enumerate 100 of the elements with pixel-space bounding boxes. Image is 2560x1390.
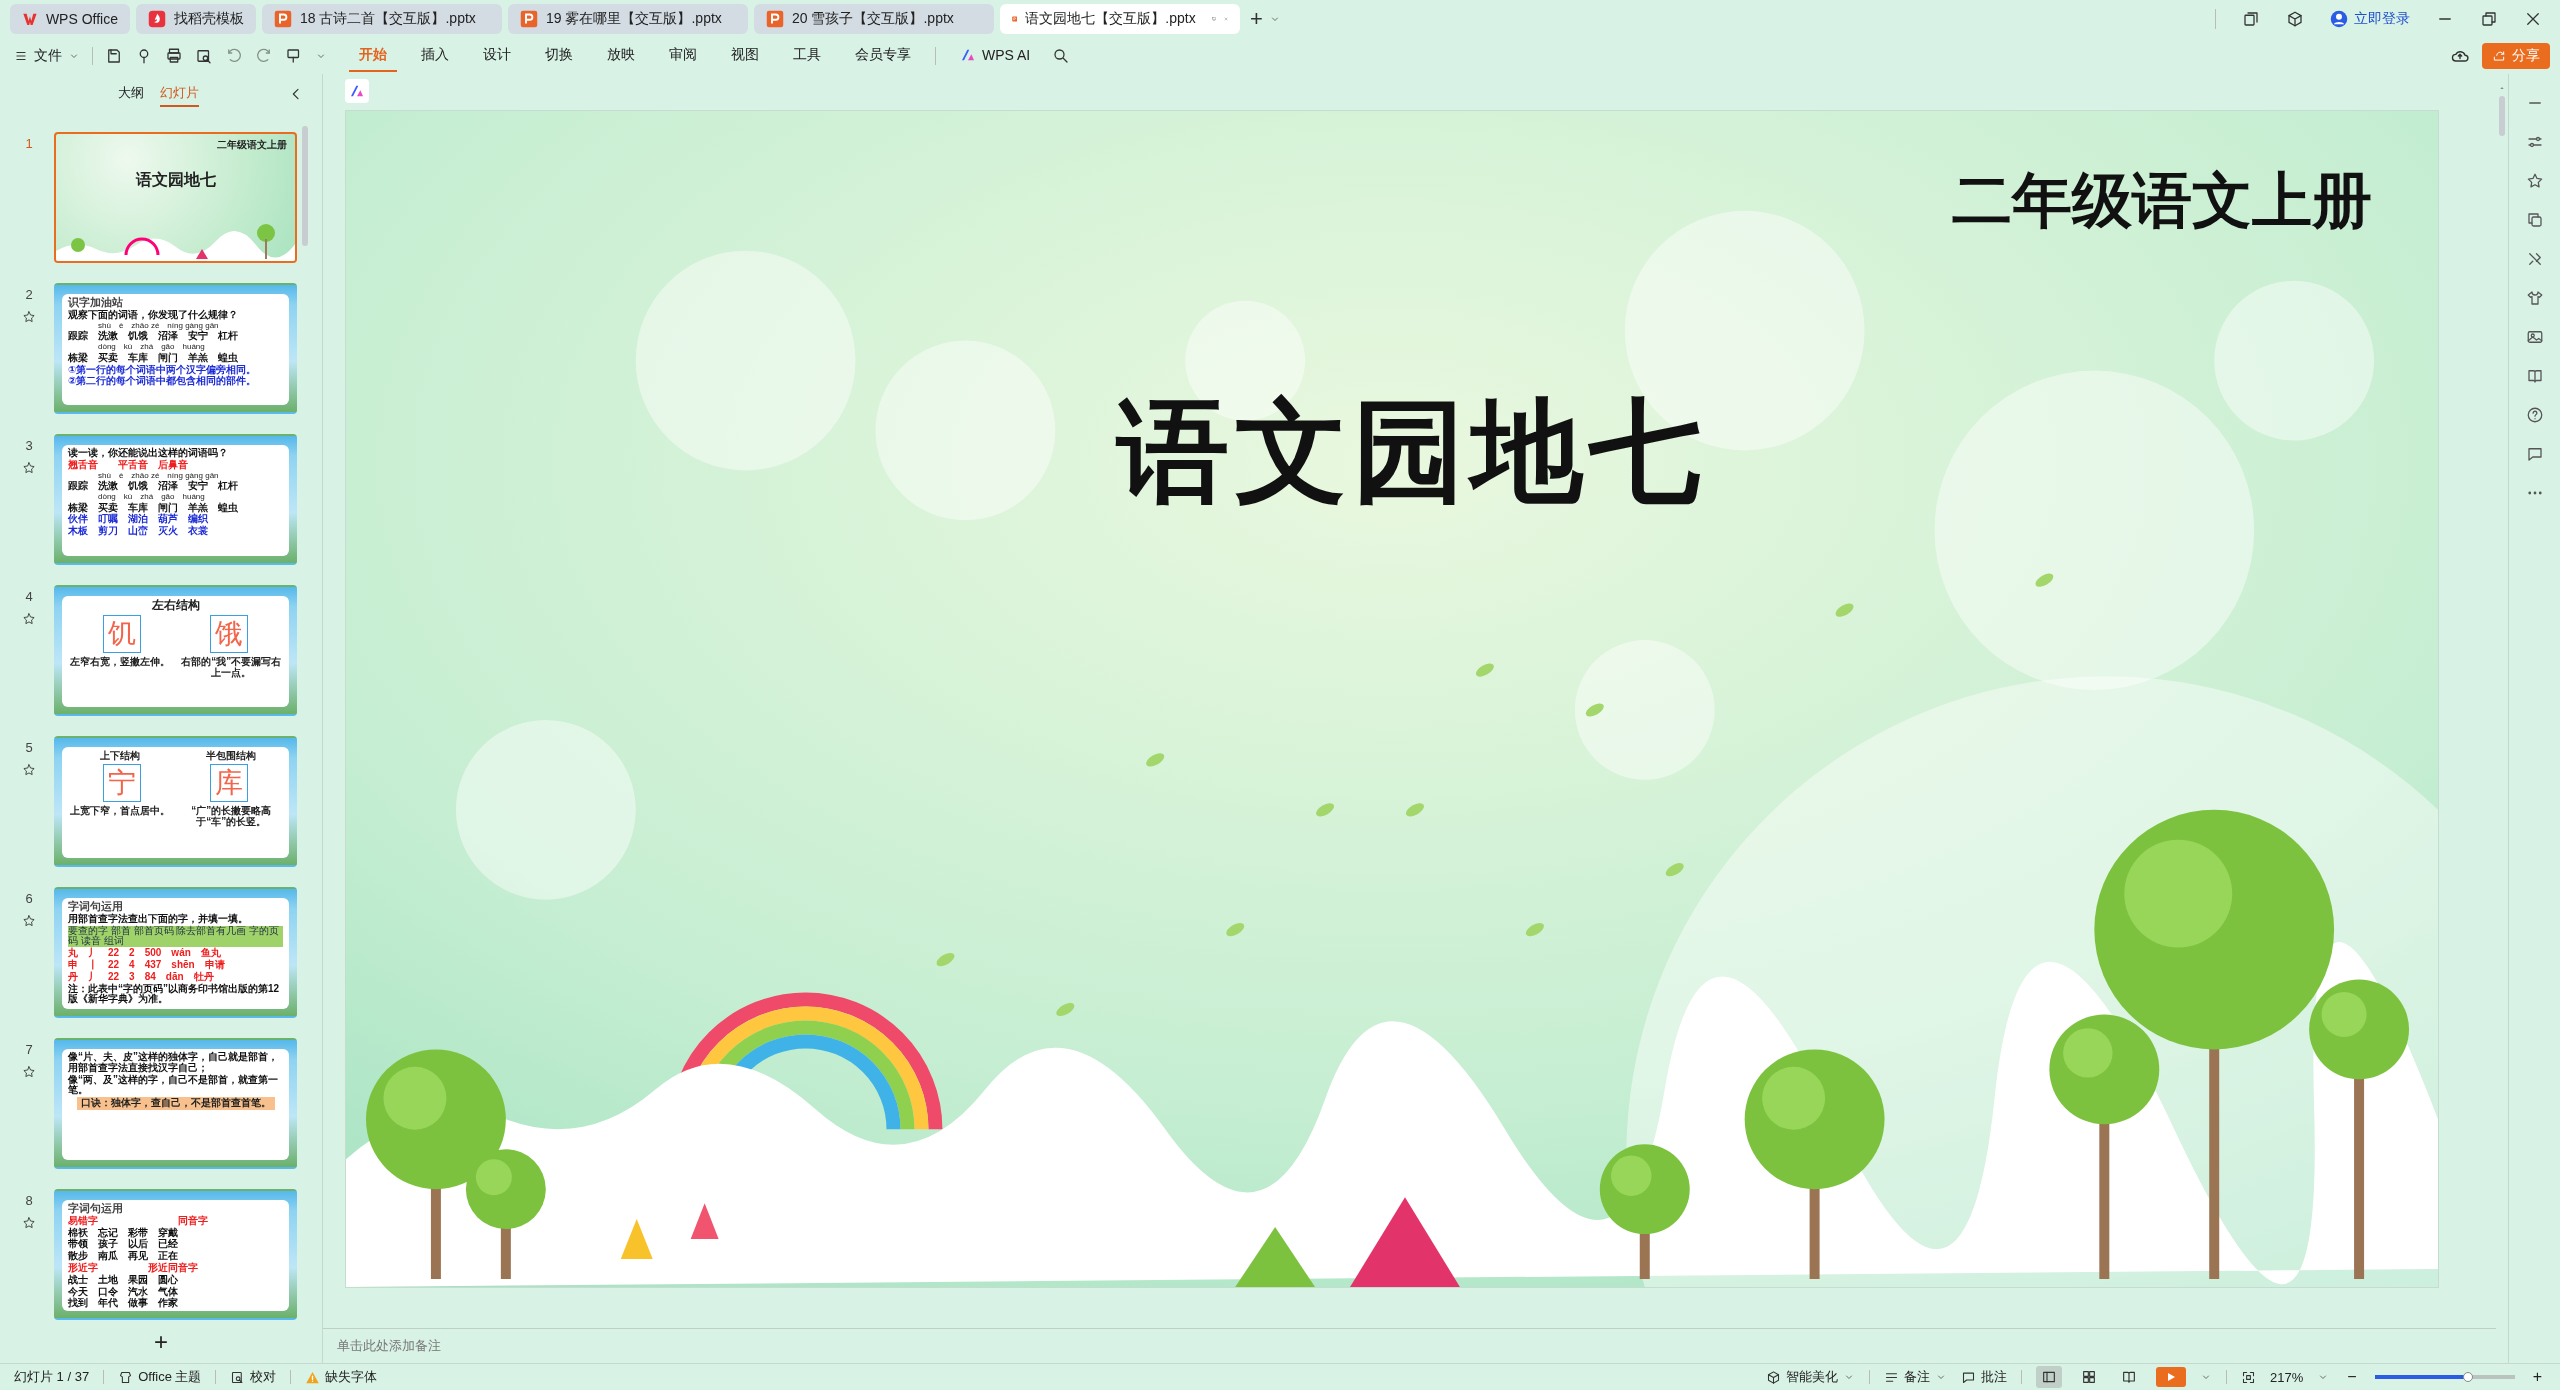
windows-icon[interactable] <box>2242 10 2260 28</box>
slide-text: 注：此表中“字的页码”以商务印书馆出版的第12版《新华字典》为准。 <box>68 983 281 1006</box>
presentation-file-icon <box>520 10 538 28</box>
comments-button[interactable]: 批注 <box>1961 1368 2008 1386</box>
slide-text: 上下结构 <box>98 750 141 761</box>
star-icon[interactable] <box>22 310 36 324</box>
share-icon <box>2492 49 2506 63</box>
star-icon[interactable] <box>22 1216 36 1230</box>
ribbon-tab[interactable]: 工具 <box>783 40 831 72</box>
comment-icon[interactable] <box>1961 1369 1977 1385</box>
slide-thumbnail[interactable]: 像“片、夫、皮”这样的独体字，自己就是部首，用部首查字法直接找汉字自己； 像“两、及”这样的字，自己不是部首，就查第一笔。 口诀：独体字，查自己，不是部首查首笔。 <box>54 1038 297 1169</box>
beautify-button[interactable]: 智能美化 <box>1766 1368 1856 1386</box>
close-icon[interactable] <box>2524 10 2542 28</box>
slide-thumbnail[interactable]: 上下结构 半包围结构 宁 库 上宽下窄，首点居中。 “广”的长撇要略高于“车”的长竖。 <box>54 736 297 867</box>
book-icon[interactable] <box>2525 367 2544 385</box>
cube-icon[interactable] <box>1766 1369 1782 1385</box>
scrollbar-thumb[interactable] <box>302 126 308 246</box>
zoom-out-button[interactable]: − <box>2343 1368 2361 1386</box>
print-preview-icon[interactable] <box>195 47 213 65</box>
ai-assistant-button[interactable] <box>345 78 369 103</box>
proofing-button[interactable]: 校对 <box>230 1368 277 1386</box>
slide-text: 语文园地七 <box>134 170 217 189</box>
slide-subtitle: 二年级语文上册 <box>1952 164 2372 237</box>
comment-icon[interactable] <box>2525 445 2544 463</box>
book-icon[interactable] <box>2121 1369 2138 1385</box>
file-menu[interactable]: 文件 <box>14 47 80 65</box>
document-tab[interactable]: 20 雪孩子【交互版】.pptx <box>754 4 994 34</box>
image-icon[interactable] <box>2525 328 2544 346</box>
zoom-in-button[interactable]: + <box>2528 1368 2546 1386</box>
cube-icon[interactable] <box>2286 10 2304 28</box>
slide-text: 今天 口令 汽水 气体 <box>68 1286 179 1298</box>
slide-number: 1 <box>25 136 33 151</box>
slide-thumbnail[interactable]: 识字加油站 观察下面的词语，你发现了什么规律？ shù è zhǎo zé níng gàng gǎn 跟踪 洗漱 饥饿 沼泽 安宁 杠杆 dòng kù zhá gāo huáng 栋梁 买卖 车库 闸门 羊羔 蝗虫 ①第一行的每个词语中两个汉字偏旁相同。 ②第二行的每个词语中都包含相同的部件。 <box>54 283 297 414</box>
save-icon[interactable] <box>105 47 123 65</box>
slide-title: 语文园地七 <box>1117 384 1707 518</box>
shirt-icon[interactable] <box>2525 289 2544 307</box>
ribbon-tab[interactable]: 插入 <box>411 40 459 72</box>
menu-icon[interactable] <box>14 49 28 63</box>
redo-icon[interactable] <box>255 47 273 65</box>
theme-icon[interactable] <box>118 1369 134 1385</box>
character-grid: 饿 <box>210 614 249 653</box>
login-link[interactable]: 立即登录 <box>2330 10 2410 28</box>
add-slide-button[interactable]: + <box>146 1328 176 1356</box>
view-button[interactable] <box>2036 1366 2063 1388</box>
slide-number: 6 <box>25 891 33 906</box>
scrollbar-thumb[interactable] <box>2499 96 2505 136</box>
slide-thumbnail[interactable]: 字词句运用 易错字 同音字 棉袄 忘记 彩带 穿戴 带领 孩子 以后 已经 散步 南瓜 再见 正在 形近字 形近同音字 战士 土地 果园 圆心 今天 口令 汽水 气体 找到 年代 做事 作家 <box>54 1189 297 1320</box>
ribbon-tab[interactable]: 审阅 <box>659 40 707 72</box>
notes-button[interactable]: 备注 <box>1884 1368 1948 1386</box>
slide-text: 伙伴 叮嘱 湖泊 葫芦 编织 <box>68 514 209 526</box>
star-icon[interactable] <box>22 1065 36 1079</box>
slide-number: 7 <box>25 1042 33 1057</box>
slide-text: shù è zhǎo zé níng gàng gǎn <box>97 471 219 481</box>
copy-icon[interactable] <box>2525 211 2544 229</box>
ribbon-tab[interactable]: 切换 <box>535 40 583 72</box>
star-icon[interactable] <box>22 914 36 928</box>
document-tab[interactable]: 找稻壳模板 <box>136 4 256 34</box>
document-tab[interactable]: WPS Office <box>10 4 130 34</box>
ribbon-tab[interactable]: 视图 <box>721 40 769 72</box>
help-icon[interactable] <box>2525 406 2544 424</box>
presentation-file-icon <box>766 10 784 28</box>
notes-field[interactable]: 单击此处添加备注 <box>323 1329 2496 1363</box>
print-icon[interactable] <box>165 47 183 65</box>
slide-text: dòng kù zhá gāo huáng <box>97 343 206 352</box>
theme-button[interactable]: Office 主题 <box>118 1368 202 1386</box>
document-tab[interactable]: 18 古诗二首【交互版】.pptx <box>262 4 502 34</box>
warning-icon <box>305 1369 321 1385</box>
slide-thumbnail[interactable]: 读一读，你还能说出这样的词语吗？ 翘舌音 平舌音 后鼻音 shù è zhǎo zé níng gàng gǎn 跟踪 洗漱 饥饿 沼泽 安宁 杠杆 dòng kù zhá gāo huáng 栋梁 买卖 车库 闸门 羊羔 蝗虫 伙伴 叮嘱 湖泊 葫芦 编织 木板 剪刀 山峦 灭火 衣裳 <box>54 434 297 565</box>
normal-view-icon[interactable] <box>2041 1369 2058 1385</box>
missing-fonts-button[interactable]: 缺失字体 <box>305 1368 378 1386</box>
grid-view-icon[interactable] <box>2081 1369 2098 1385</box>
slide-number: 4 <box>25 589 33 604</box>
zoom-level[interactable]: 217% <box>2270 1369 2304 1385</box>
slide-thumbnail[interactable]: 二年级语文上册 语文园地七 <box>54 132 297 263</box>
star-icon[interactable] <box>22 763 36 777</box>
restore-icon[interactable] <box>2480 10 2498 28</box>
slide-thumbnail[interactable]: 字词句运用 用部首查字法查出下面的字，并填一填。 要查的字 部首 部首页码 除去部首有几画 字的页码 读音 组词 丸 丿 22 2 500 wán 鱼丸 申 丨 22 4 437 shēn 申请 丹 丿 22 3 84 dān 牡丹 注：此表中“字的页码”以商务印书馆出版的第12版《新华字典》为准。 <box>54 887 297 1018</box>
slide-text: 战士 土地 果园 圆心 <box>68 1274 179 1286</box>
slide-thumbnail[interactable]: 左右结构 饥 饿 左窄右宽，竖撇左伸。 右部的“我”不要漏写右上一点。 <box>54 585 297 716</box>
slide-number: 3 <box>25 438 33 453</box>
new-tab-button[interactable]: + <box>1250 6 1263 32</box>
slider-thumb[interactable] <box>2463 1372 2474 1382</box>
ribbon-tab[interactable]: WPS AI <box>950 41 1041 71</box>
undo-icon[interactable] <box>225 47 243 65</box>
star-icon[interactable] <box>22 612 36 626</box>
ribbon-tab[interactable]: 会员专享 <box>845 40 921 72</box>
star-icon[interactable] <box>2525 172 2544 190</box>
zoom-slider[interactable] <box>2374 1375 2515 1379</box>
panel-tab[interactable]: 幻灯片 <box>160 81 199 107</box>
proofing-icon[interactable] <box>230 1369 246 1385</box>
document-tab[interactable]: 19 雾在哪里【交互版】.pptx <box>508 4 748 34</box>
star-icon[interactable] <box>22 461 36 475</box>
fit-window-icon[interactable] <box>2241 1369 2257 1385</box>
ribbon-tab[interactable]: 放映 <box>597 40 645 72</box>
play-button[interactable] <box>2156 1367 2187 1387</box>
panel-tab[interactable]: 大纲 <box>118 81 144 107</box>
slide-text: ②第二行的每个词语中都包含相同的部件。 <box>68 376 258 388</box>
slide-text: 观察下面的词语，你发现了什么规律？ <box>68 309 239 321</box>
ribbon-tab[interactable]: 设计 <box>473 40 521 72</box>
character-grid: 饥 <box>102 614 141 653</box>
